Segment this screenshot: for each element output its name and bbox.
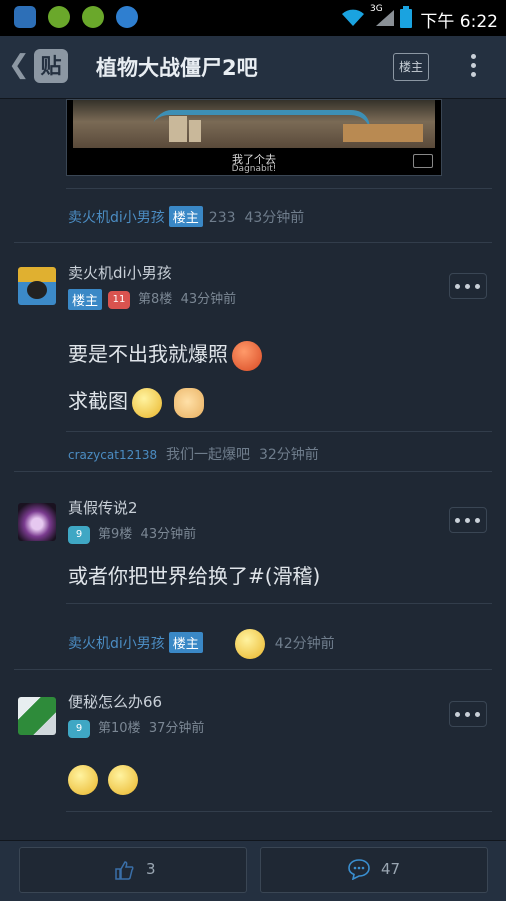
forum-title[interactable]: 植物大战僵尸2吧 <box>96 52 258 82</box>
owner-badge: 楼主 <box>168 206 203 227</box>
like-count: 3 <box>146 860 156 878</box>
sub-reply[interactable]: 卖火机di小男孩 楼主 233 43分钟前 <box>68 206 304 227</box>
thread-content[interactable]: 我了个去 Dagnabit! 卖火机di小男孩 楼主 233 43分钟前 卖火机di… <box>0 99 506 839</box>
status-bar: 3G 下午 6:22 <box>0 0 506 36</box>
divider <box>14 471 492 472</box>
post-image[interactable]: 我了个去 Dagnabit! <box>66 99 442 176</box>
angry-face-emoji-icon <box>232 340 262 371</box>
post-text-line: 求截图 <box>68 385 204 418</box>
divider <box>14 669 492 670</box>
owner-badge: 楼主 <box>168 632 203 653</box>
post-time: 43分钟前 <box>140 527 197 542</box>
wifi-icon <box>342 9 364 26</box>
divider <box>14 242 492 243</box>
divider <box>66 188 492 189</box>
top-app-bar: ❮ 贴 植物大战僵尸2吧 楼主 <box>0 36 506 99</box>
level-badge: 11 <box>108 290 131 309</box>
smile-face-emoji-icon <box>108 765 138 795</box>
post-text-line: 或者你把世界给换了#(滑稽) <box>68 564 321 588</box>
avatar[interactable] <box>18 503 56 541</box>
level-badge: 9 <box>68 525 90 544</box>
comment-count: 47 <box>381 860 401 878</box>
floor-number: 第8楼 <box>138 292 173 307</box>
game-screenshot <box>73 100 435 148</box>
post-username[interactable]: 真假传说2 <box>68 497 138 518</box>
divider <box>66 603 492 604</box>
reply-time: 42分钟前 <box>274 636 335 652</box>
post-meta: 9 第10楼 37分钟前 <box>68 717 204 738</box>
divider <box>66 431 492 432</box>
battery-icon <box>400 6 412 28</box>
video-icon <box>413 154 433 168</box>
reply-time: 32分钟前 <box>258 447 319 463</box>
like-button[interactable]: 3 <box>19 847 247 893</box>
divider <box>66 811 492 812</box>
laughing-face-emoji-icon <box>234 629 265 659</box>
post-emoji-line <box>64 765 138 795</box>
post-more-button[interactable] <box>449 507 487 533</box>
overflow-menu-icon[interactable] <box>466 50 480 84</box>
smug-face-emoji-icon <box>68 765 98 795</box>
sub-reply[interactable]: crazycat12138 我们一起爆吧 32分钟前 <box>68 444 319 464</box>
floor-number: 第9楼 <box>98 527 133 542</box>
app-notification-icon <box>14 6 36 28</box>
sub-reply[interactable]: 卖火机di小男孩 楼主 42分钟前 <box>68 629 335 659</box>
back-chevron-icon[interactable]: ❮ <box>8 50 30 80</box>
game-controller-icon-2 <box>82 6 104 28</box>
post-meta: 楼主 11 第8楼 43分钟前 <box>68 288 236 310</box>
tieba-logo[interactable]: 贴 <box>34 49 68 83</box>
post-username[interactable]: 便秘怎么办66 <box>68 691 162 712</box>
level-badge: 9 <box>68 719 90 738</box>
reply-text: 我们一起爆吧 <box>166 447 251 463</box>
game-controller-icon <box>48 6 70 28</box>
signal-icon <box>376 10 394 26</box>
post-username[interactable]: 卖火机di小男孩 <box>68 262 172 283</box>
floor-number: 第10楼 <box>98 721 141 736</box>
reply-author[interactable]: 卖火机di小男孩 <box>68 636 165 652</box>
avatar[interactable] <box>18 267 56 305</box>
thumbs-up-icon <box>115 861 134 880</box>
post-time: 43分钟前 <box>180 292 237 307</box>
comment-bubble-icon <box>348 859 370 880</box>
only-floor-owner-button[interactable]: 楼主 <box>393 53 429 81</box>
ok-hand-emoji-icon <box>174 387 204 418</box>
reply-text: 233 <box>208 210 236 226</box>
smile-face-emoji-icon <box>132 387 162 418</box>
reply-author[interactable]: crazycat12138 <box>68 448 157 462</box>
image-caption-en: Dagnabit! <box>231 164 277 174</box>
post-more-button[interactable] <box>449 701 487 727</box>
post-more-button[interactable] <box>449 273 487 299</box>
comment-button[interactable]: 47 <box>260 847 488 893</box>
avatar[interactable] <box>18 697 56 735</box>
reply-time: 43分钟前 <box>244 210 305 226</box>
status-time: 下午 6:22 <box>420 12 498 32</box>
bottom-action-bar: 3 47 <box>0 840 506 901</box>
globe-icon <box>116 6 138 28</box>
owner-badge: 楼主 <box>68 289 103 310</box>
post-time: 37分钟前 <box>148 721 205 736</box>
post-text-line: 要是不出我就爆照 <box>68 338 262 371</box>
reply-author[interactable]: 卖火机di小男孩 <box>68 210 165 226</box>
post-meta: 9 第9楼 43分钟前 <box>68 523 196 544</box>
